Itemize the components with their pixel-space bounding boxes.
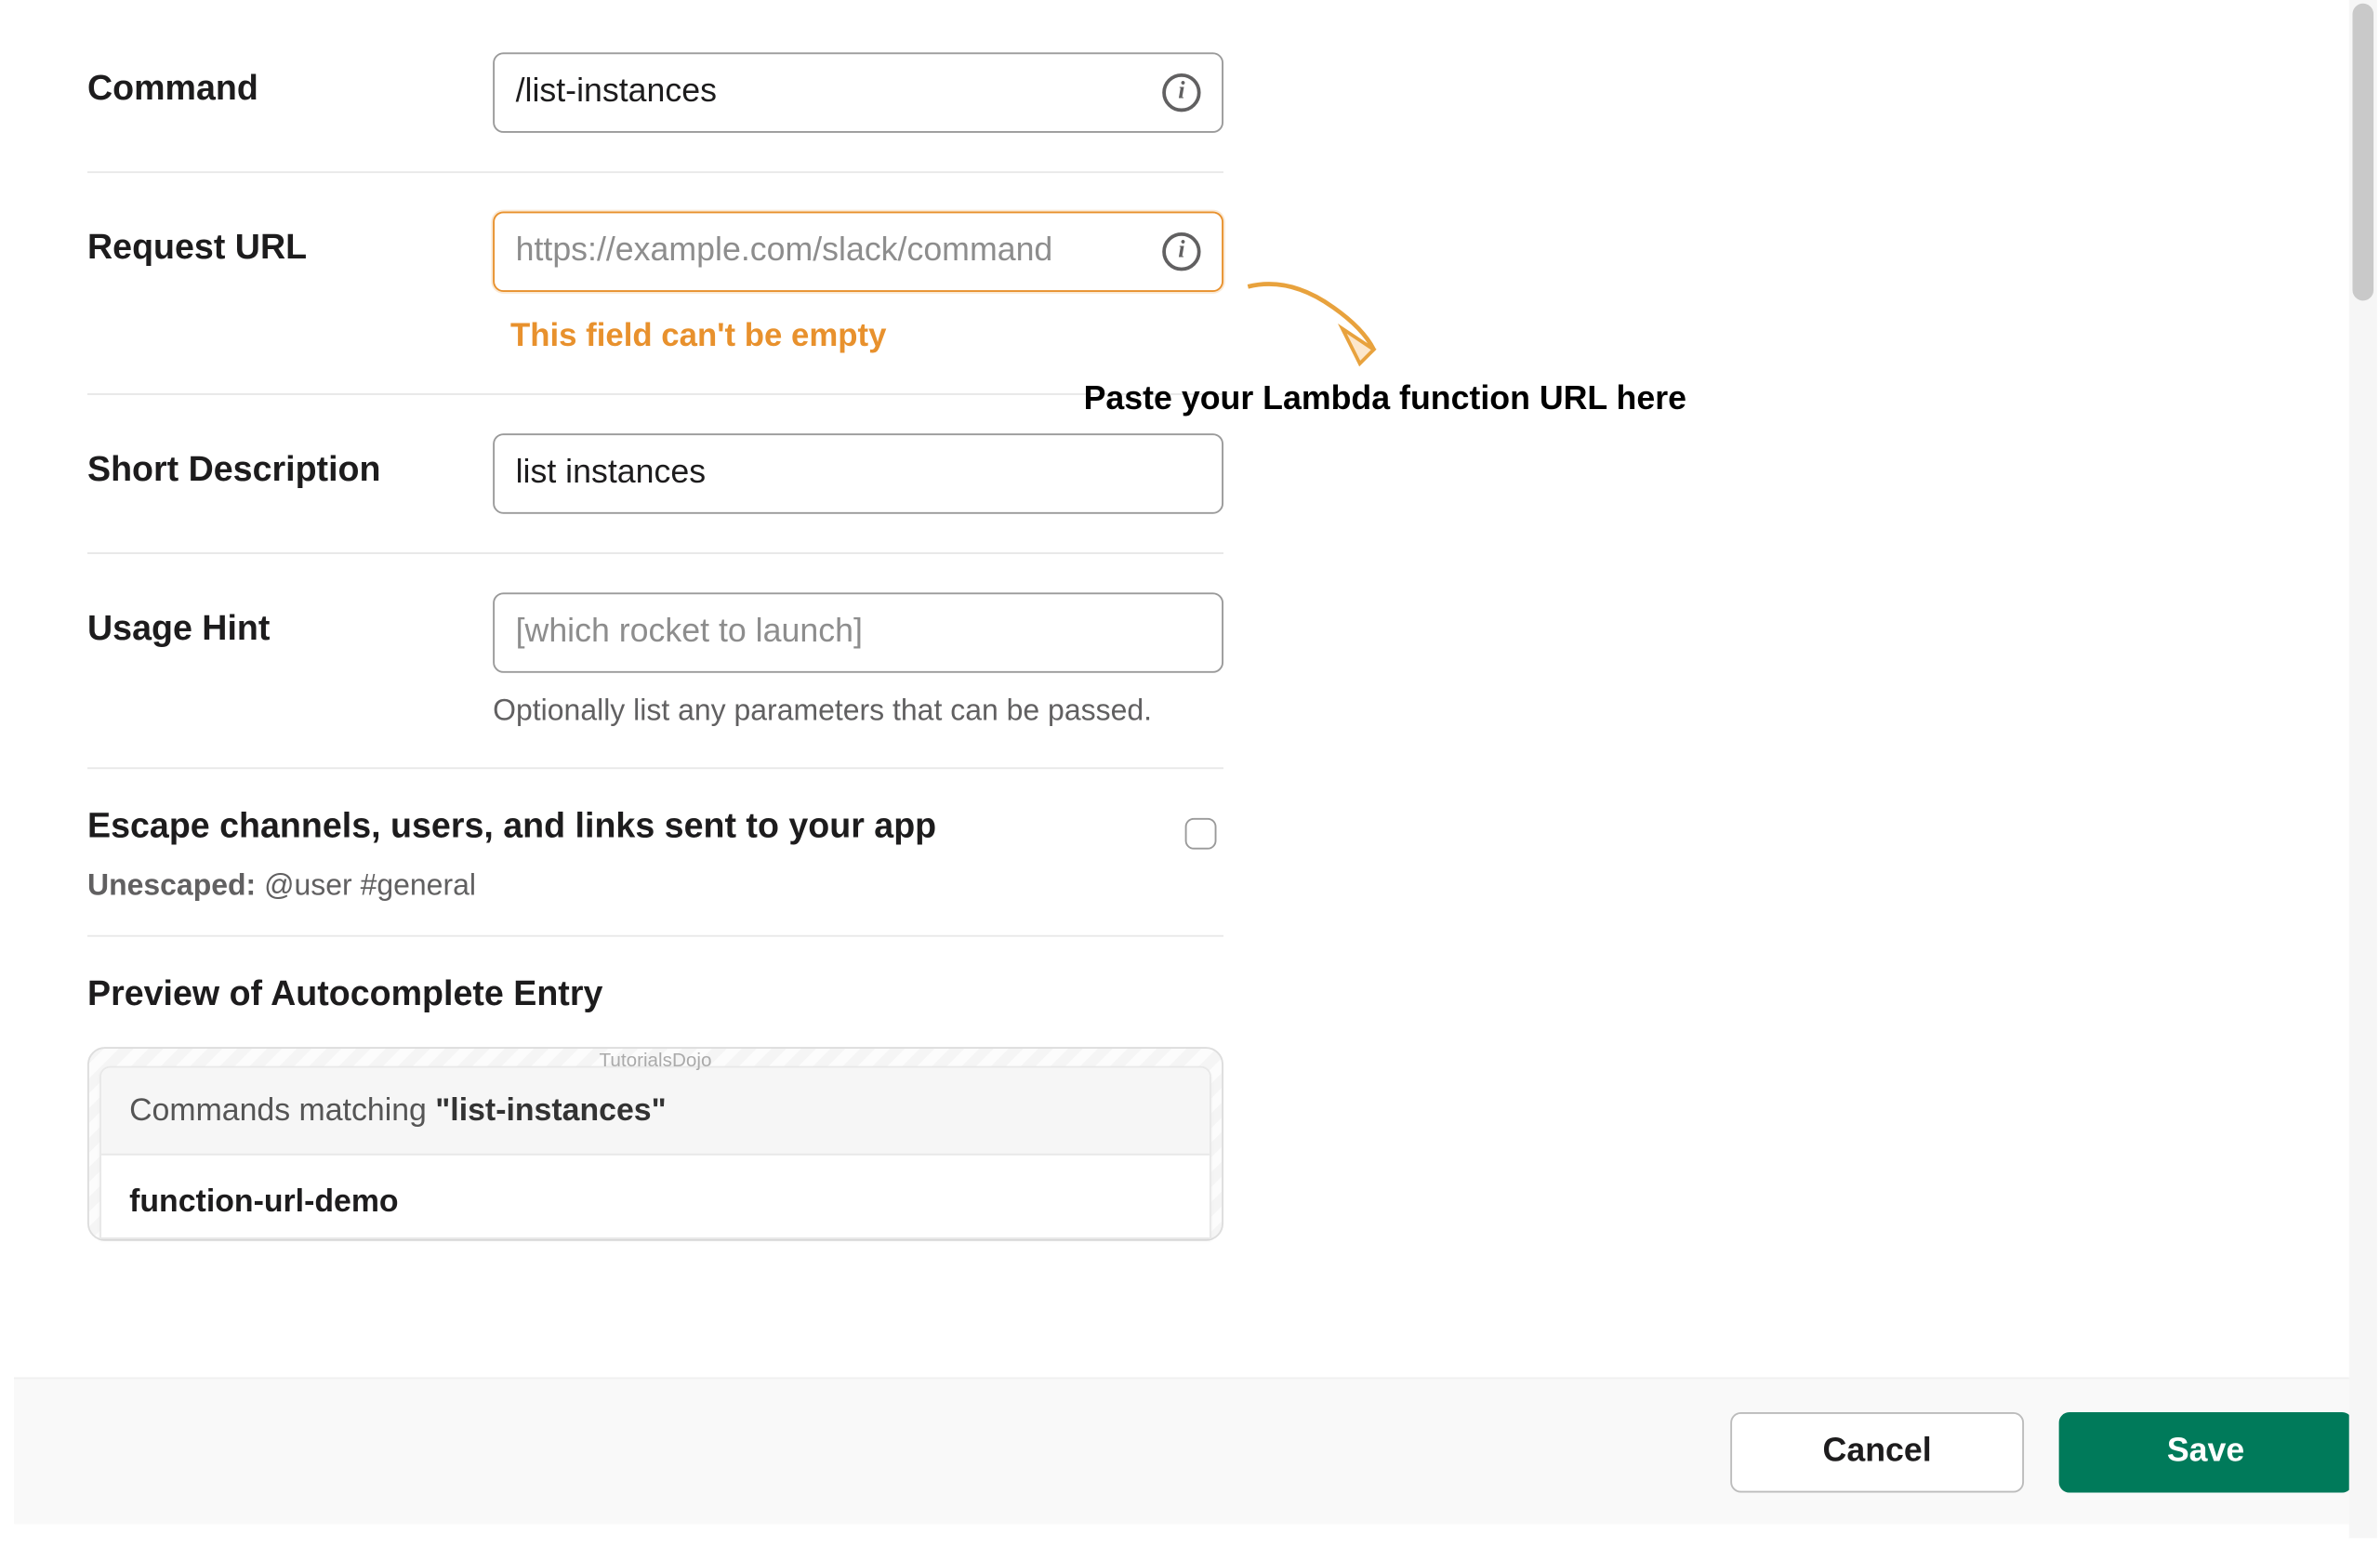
label-usage-hint: Usage Hint <box>87 610 493 650</box>
cancel-button[interactable]: Cancel <box>1730 1411 2024 1491</box>
label-request-url: Request URL <box>87 229 493 269</box>
info-icon[interactable]: i <box>1162 232 1200 271</box>
preview-title: Preview of Autocomplete Entry <box>87 975 1223 1015</box>
save-button[interactable]: Save <box>2059 1411 2353 1491</box>
row-request-url: Request URL i This field can't be empty <box>87 171 1223 393</box>
label-command: Command <box>87 70 493 110</box>
request-url-input-wrap[interactable]: i <box>493 211 1223 291</box>
row-short-desc: Short Description <box>87 393 1223 552</box>
label-short-desc: Short Description <box>87 451 493 491</box>
preview-section: Preview of Autocomplete Entry TutorialsD… <box>87 935 1223 1241</box>
preview-header: Commands matching "list-instances" <box>101 1068 1210 1156</box>
command-input[interactable] <box>516 73 1149 112</box>
row-command: Command i <box>87 0 1223 171</box>
request-url-error: This field can't be empty <box>510 316 1223 354</box>
annotation-text: Paste your Lambda function URL here <box>1084 381 1686 419</box>
escape-title: Escape channels, users, and links sent t… <box>87 808 936 848</box>
row-usage-hint: Usage Hint Optionally list any parameter… <box>87 552 1223 767</box>
escape-sub-value: @user #general <box>264 868 476 902</box>
short-desc-input-wrap[interactable] <box>493 433 1223 513</box>
escape-sub-label: Unescaped: <box>87 868 256 902</box>
scrollbar-thumb[interactable] <box>2352 4 2373 301</box>
command-input-wrap[interactable]: i <box>493 52 1223 132</box>
preview-matching-query: "list-instances" <box>435 1092 666 1128</box>
footer-bar: Cancel Save <box>14 1377 2363 1524</box>
escape-sub: Unescaped: @user #general <box>87 868 936 904</box>
row-escape: Escape channels, users, and links sent t… <box>87 767 1223 934</box>
info-icon[interactable]: i <box>1162 73 1200 112</box>
preview-box: TutorialsDojo Commands matching "list-in… <box>87 1047 1223 1241</box>
usage-hint-helper: Optionally list any parameters that can … <box>493 694 1223 729</box>
request-url-input[interactable] <box>516 232 1149 271</box>
annotation-arrow-icon <box>1237 276 1405 377</box>
scrollbar-track[interactable] <box>2349 0 2377 1538</box>
preview-watermark: TutorialsDojo <box>599 1051 711 1072</box>
usage-hint-input-wrap[interactable] <box>493 592 1223 672</box>
usage-hint-input[interactable] <box>516 614 1201 652</box>
preview-matching-prefix: Commands matching <box>129 1092 435 1128</box>
preview-item: function-url-demo <box>101 1156 1210 1237</box>
short-desc-input[interactable] <box>516 455 1201 493</box>
escape-checkbox[interactable] <box>1185 818 1217 850</box>
